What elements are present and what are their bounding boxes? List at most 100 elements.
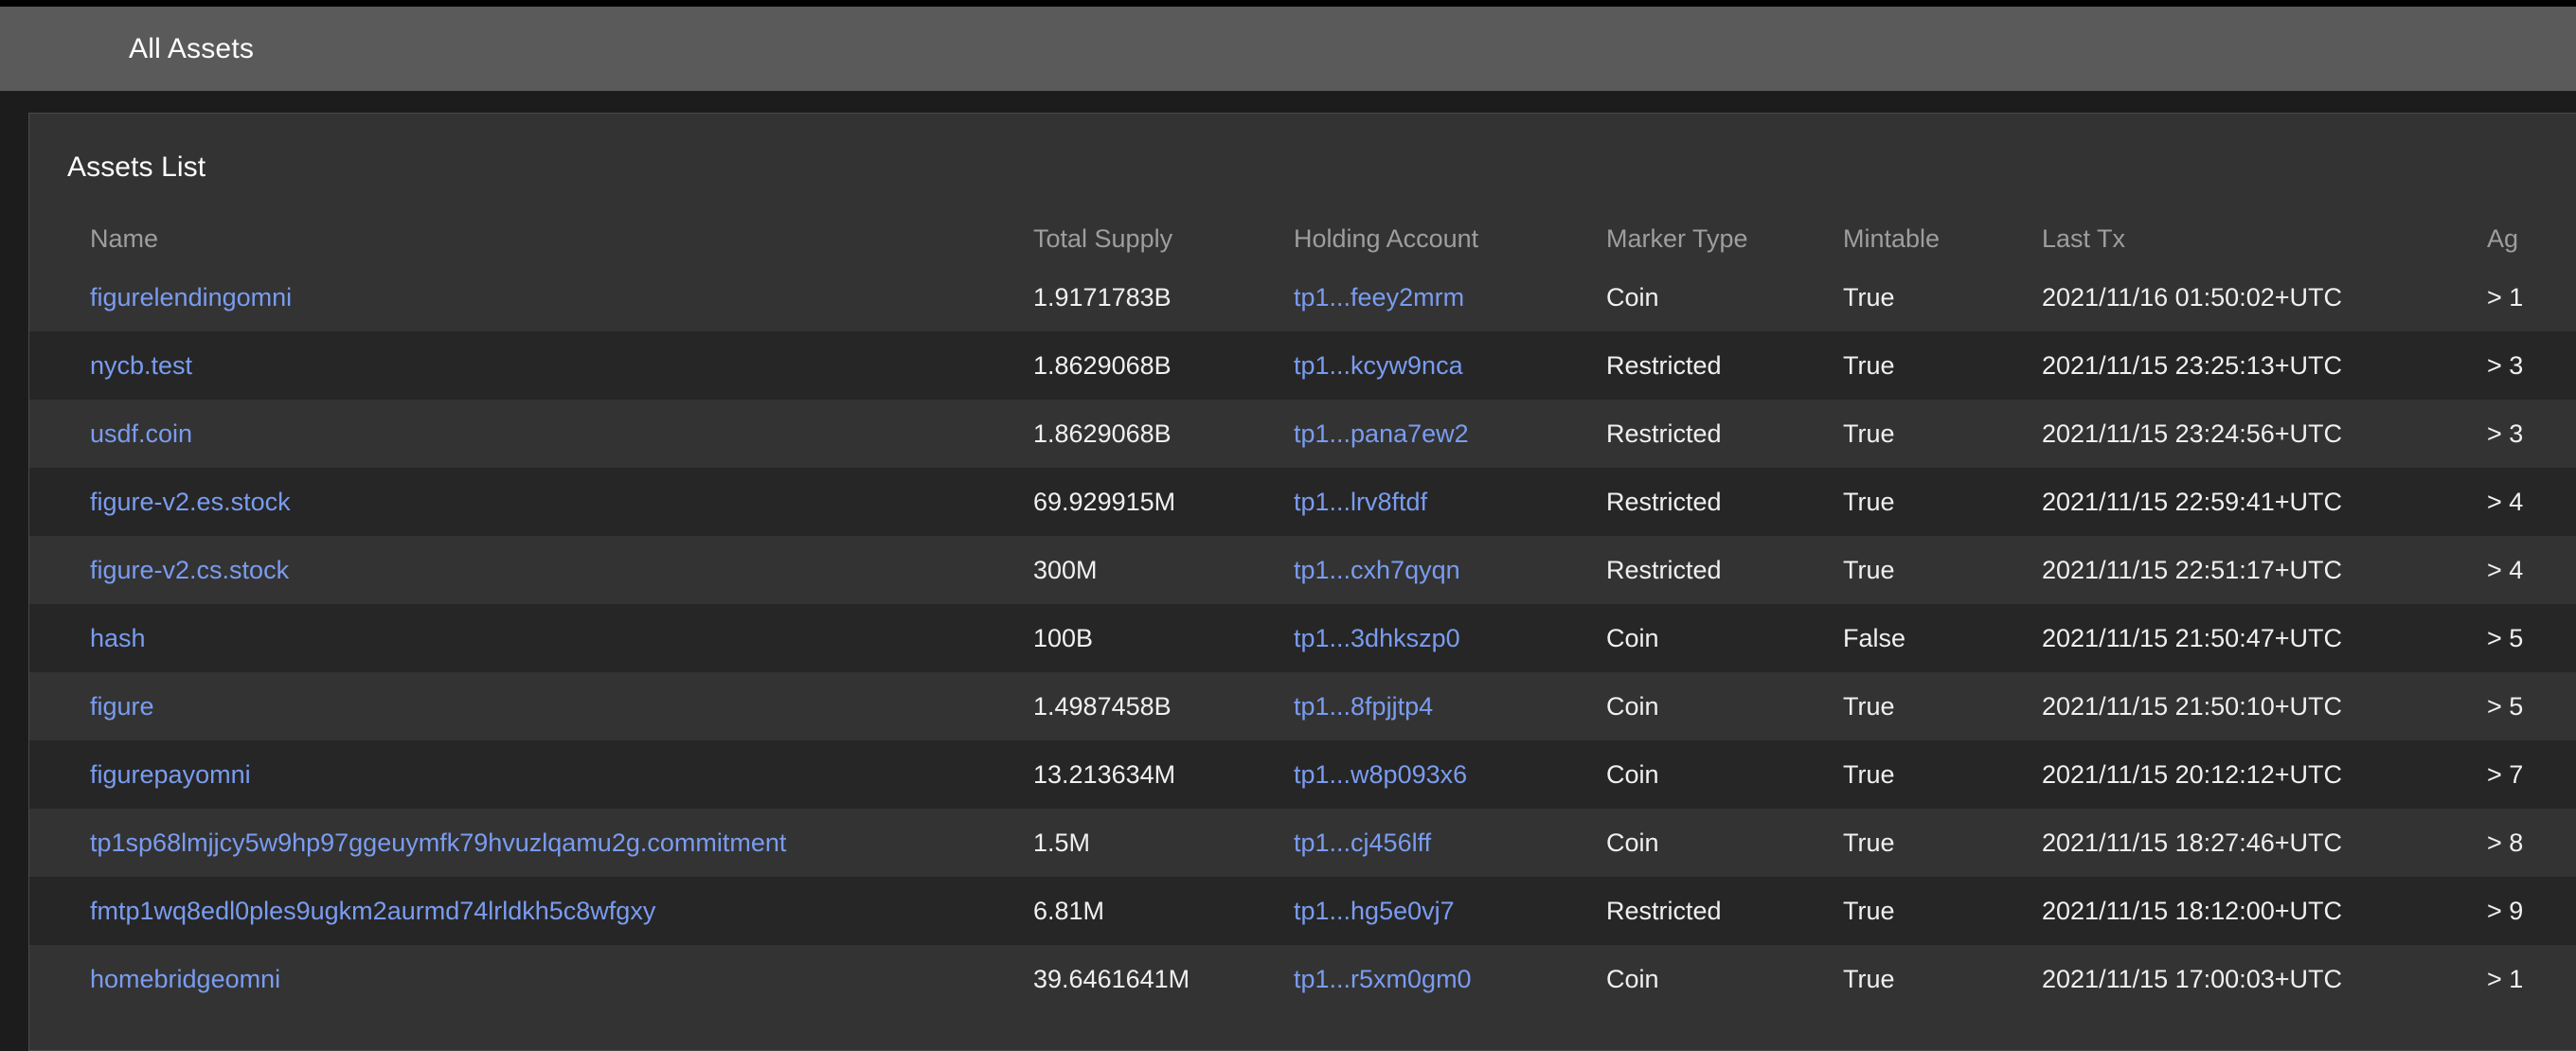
cell-total-supply: 13.213634M <box>1033 759 1176 789</box>
table-header-row: Name Total Supply Holding Account Marker… <box>29 208 2576 263</box>
column-header-age[interactable]: Ag <box>2487 208 2576 263</box>
table-row[interactable]: hash 100B tp1...3dhkszp0 Coin False 2021/11/1… <box>29 604 2576 672</box>
assets-table-head: Name Total Supply Holding Account Marker… <box>29 208 2576 263</box>
cell-holding-account-link[interactable]: tp1...hg5e0vj7 <box>1294 897 1455 925</box>
cell-marker-type: Restricted <box>1606 487 1722 516</box>
page-body: Assets List Name Total Supply Holding Ac… <box>0 91 2576 1051</box>
cell-holding-account-link[interactable]: tp1...8fpjjtp4 <box>1294 692 1433 721</box>
cell-holding-account-link[interactable]: tp1...pana7ew2 <box>1294 419 1469 448</box>
cell-asset-name-link[interactable]: hash <box>90 624 146 652</box>
cell-asset-name-link[interactable]: nycb.test <box>90 351 192 380</box>
cell-age: > 3 <box>2487 350 2524 380</box>
cell-total-supply: 1.8629068B <box>1033 350 1172 380</box>
table-row[interactable]: tp1sp68lmjjcy5w9hp97ggeuymfk79hvuzlqamu2… <box>29 809 2576 877</box>
column-header-marker-type[interactable]: Marker Type <box>1606 208 1843 263</box>
app-header-bar: All Assets <box>0 7 2576 91</box>
table-row[interactable]: usdf.coin 1.8629068B tp1...pana7ew2 Restric… <box>29 400 2576 468</box>
table-row[interactable]: figurelendingomni 1.9171783B tp1...feey2mr… <box>29 263 2576 331</box>
cell-mintable: False <box>1843 623 1906 652</box>
table-row[interactable]: figurepayomni 13.213634M tp1...w8p093x6 Coi… <box>29 740 2576 809</box>
cell-age: > 4 <box>2487 555 2524 584</box>
cell-asset-name[interactable]: homebridgeomni <box>29 945 1033 1013</box>
cell-holding-account[interactable]: tp1...8fpjjtp4 <box>1294 672 1606 740</box>
cell-asset-name[interactable]: nycb.test <box>29 331 1033 400</box>
cell-holding-account[interactable]: tp1...cj456lff <box>1294 809 1606 877</box>
cell-asset-name[interactable]: figure <box>29 672 1033 740</box>
cell-age: > 7 <box>2487 759 2524 789</box>
cell-asset-name-link[interactable]: tp1sp68lmjjcy5w9hp97ggeuymfk79hvuzlqamu2… <box>90 828 786 857</box>
cell-holding-account[interactable]: tp1...pana7ew2 <box>1294 400 1606 468</box>
assets-table: Name Total Supply Holding Account Marker… <box>29 208 2576 1013</box>
cell-marker-type: Coin <box>1606 828 1659 857</box>
assets-list-card: Assets List Name Total Supply Holding Ac… <box>28 113 2576 1051</box>
cell-asset-name-link[interactable]: figure <box>90 692 154 721</box>
cell-age: > 9 <box>2487 896 2524 925</box>
column-header-mintable[interactable]: Mintable <box>1843 208 2042 263</box>
cell-holding-account-link[interactable]: tp1...cj456lff <box>1294 828 1431 857</box>
cell-asset-name[interactable]: figure-v2.es.stock <box>29 468 1033 536</box>
cell-asset-name[interactable]: tp1sp68lmjjcy5w9hp97ggeuymfk79hvuzlqamu2… <box>29 809 1033 877</box>
cell-marker-type: Restricted <box>1606 350 1722 380</box>
table-row[interactable]: figure-v2.cs.stock 300M tp1...cxh7qyqn Rest… <box>29 536 2576 604</box>
cell-holding-account[interactable]: tp1...hg5e0vj7 <box>1294 877 1606 945</box>
cell-holding-account-link[interactable]: tp1...feey2mrm <box>1294 283 1464 312</box>
cell-holding-account-link[interactable]: tp1...cxh7qyqn <box>1294 556 1460 584</box>
column-header-last-tx[interactable]: Last Tx <box>2042 208 2487 263</box>
cell-holding-account[interactable]: tp1...r5xm0gm0 <box>1294 945 1606 1013</box>
cell-asset-name[interactable]: fmtp1wq8edl0ples9ugkm2aurmd74lrldkh5c8wf… <box>29 877 1033 945</box>
cell-marker-type: Restricted <box>1606 896 1722 925</box>
cell-asset-name-link[interactable]: figure-v2.cs.stock <box>90 556 289 584</box>
table-row[interactable]: homebridgeomni 39.6461641M tp1...r5xm0gm0 C… <box>29 945 2576 1013</box>
cell-age: > 5 <box>2487 623 2524 652</box>
cell-last-tx: 2021/11/15 17:00:03+UTC <box>2042 964 2342 993</box>
cell-total-supply: 1.4987458B <box>1033 691 1172 721</box>
cell-age: > 4 <box>2487 487 2524 516</box>
column-header-holding-account[interactable]: Holding Account <box>1294 208 1606 263</box>
cell-asset-name-link[interactable]: figurepayomni <box>90 760 251 789</box>
cell-holding-account[interactable]: tp1...w8p093x6 <box>1294 740 1606 809</box>
cell-last-tx: 2021/11/15 23:24:56+UTC <box>2042 419 2342 448</box>
cell-holding-account[interactable]: tp1...cxh7qyqn <box>1294 536 1606 604</box>
cell-last-tx: 2021/11/15 22:59:41+UTC <box>2042 487 2342 516</box>
cell-asset-name[interactable]: figurepayomni <box>29 740 1033 809</box>
cell-holding-account-link[interactable]: tp1...kcyw9nca <box>1294 351 1463 380</box>
cell-asset-name[interactable]: figurelendingomni <box>29 263 1033 331</box>
cell-asset-name-link[interactable]: fmtp1wq8edl0ples9ugkm2aurmd74lrldkh5c8wf… <box>90 897 655 925</box>
window-top-strip <box>0 0 2576 7</box>
cell-mintable: True <box>1843 487 1895 516</box>
cell-asset-name[interactable]: usdf.coin <box>29 400 1033 468</box>
cell-holding-account[interactable]: tp1...feey2mrm <box>1294 263 1606 331</box>
cell-asset-name[interactable]: hash <box>29 604 1033 672</box>
cell-marker-type: Coin <box>1606 691 1659 721</box>
cell-mintable: True <box>1843 759 1895 789</box>
cell-mintable: True <box>1843 964 1895 993</box>
cell-total-supply: 39.6461641M <box>1033 964 1190 993</box>
cell-mintable: True <box>1843 350 1895 380</box>
table-row[interactable]: figure 1.4987458B tp1...8fpjjtp4 Coin True 20… <box>29 672 2576 740</box>
column-header-name[interactable]: Name <box>29 208 1033 263</box>
table-row[interactable]: fmtp1wq8edl0ples9ugkm2aurmd74lrldkh5c8wf… <box>29 877 2576 945</box>
cell-holding-account[interactable]: tp1...kcyw9nca <box>1294 331 1606 400</box>
cell-holding-account-link[interactable]: tp1...3dhkszp0 <box>1294 624 1460 652</box>
table-row[interactable]: nycb.test 1.8629068B tp1...kcyw9nca Restric… <box>29 331 2576 400</box>
cell-asset-name-link[interactable]: usdf.coin <box>90 419 192 448</box>
table-row[interactable]: figure-v2.es.stock 69.929915M tp1...lrv8ft… <box>29 468 2576 536</box>
page-title: All Assets <box>129 32 255 64</box>
cell-asset-name[interactable]: figure-v2.cs.stock <box>29 536 1033 604</box>
assets-table-body: figurelendingomni 1.9171783B tp1...feey2mr… <box>29 263 2576 1013</box>
cell-total-supply: 69.929915M <box>1033 487 1176 516</box>
cell-last-tx: 2021/11/15 21:50:47+UTC <box>2042 623 2342 652</box>
cell-holding-account[interactable]: tp1...3dhkszp0 <box>1294 604 1606 672</box>
cell-holding-account[interactable]: tp1...lrv8ftdf <box>1294 468 1606 536</box>
cell-marker-type: Restricted <box>1606 555 1722 584</box>
cell-mintable: True <box>1843 828 1895 857</box>
column-header-total-supply[interactable]: Total Supply <box>1033 208 1294 263</box>
cell-holding-account-link[interactable]: tp1...w8p093x6 <box>1294 760 1467 789</box>
cell-asset-name-link[interactable]: figure-v2.es.stock <box>90 488 291 516</box>
cell-mintable: True <box>1843 555 1895 584</box>
cell-asset-name-link[interactable]: homebridgeomni <box>90 965 280 993</box>
assets-table-scroll[interactable]: Name Total Supply Holding Account Marker… <box>29 208 2576 1013</box>
cell-asset-name-link[interactable]: figurelendingomni <box>90 283 292 312</box>
cell-holding-account-link[interactable]: tp1...lrv8ftdf <box>1294 488 1427 516</box>
cell-holding-account-link[interactable]: tp1...r5xm0gm0 <box>1294 965 1472 993</box>
